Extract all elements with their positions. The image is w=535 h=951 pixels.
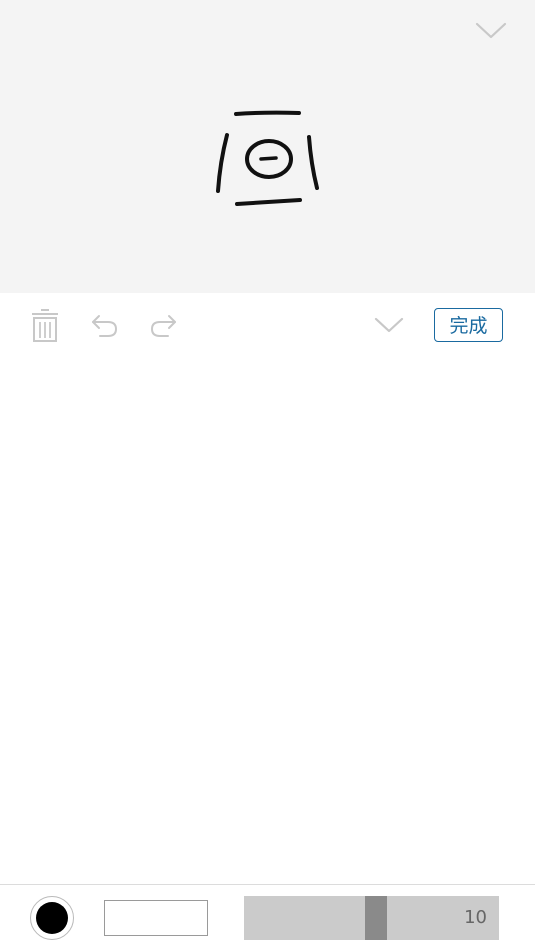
trash-icon[interactable] xyxy=(30,309,60,343)
slider-thumb[interactable] xyxy=(365,896,387,940)
handwriting-preview xyxy=(0,0,535,293)
pen-color-dot xyxy=(36,902,68,934)
handwritten-character-sketch xyxy=(216,110,319,206)
chevron-down-icon[interactable] xyxy=(474,18,508,42)
pen-stroke-preview xyxy=(104,900,208,936)
pen-size-slider[interactable]: 10 xyxy=(244,896,499,940)
pen-color-button[interactable] xyxy=(30,896,74,940)
handwriting-canvas[interactable] xyxy=(0,359,535,884)
pen-settings-bar: 10 xyxy=(0,884,535,951)
edit-toolbar: 完成 xyxy=(0,293,535,359)
redo-icon[interactable] xyxy=(148,311,178,339)
chevron-down-icon[interactable] xyxy=(373,313,405,337)
undo-icon[interactable] xyxy=(90,311,120,339)
handwriting-screen: 完成 10 xyxy=(0,0,535,951)
pen-size-value: 10 xyxy=(464,907,487,928)
done-button[interactable]: 完成 xyxy=(434,308,503,342)
